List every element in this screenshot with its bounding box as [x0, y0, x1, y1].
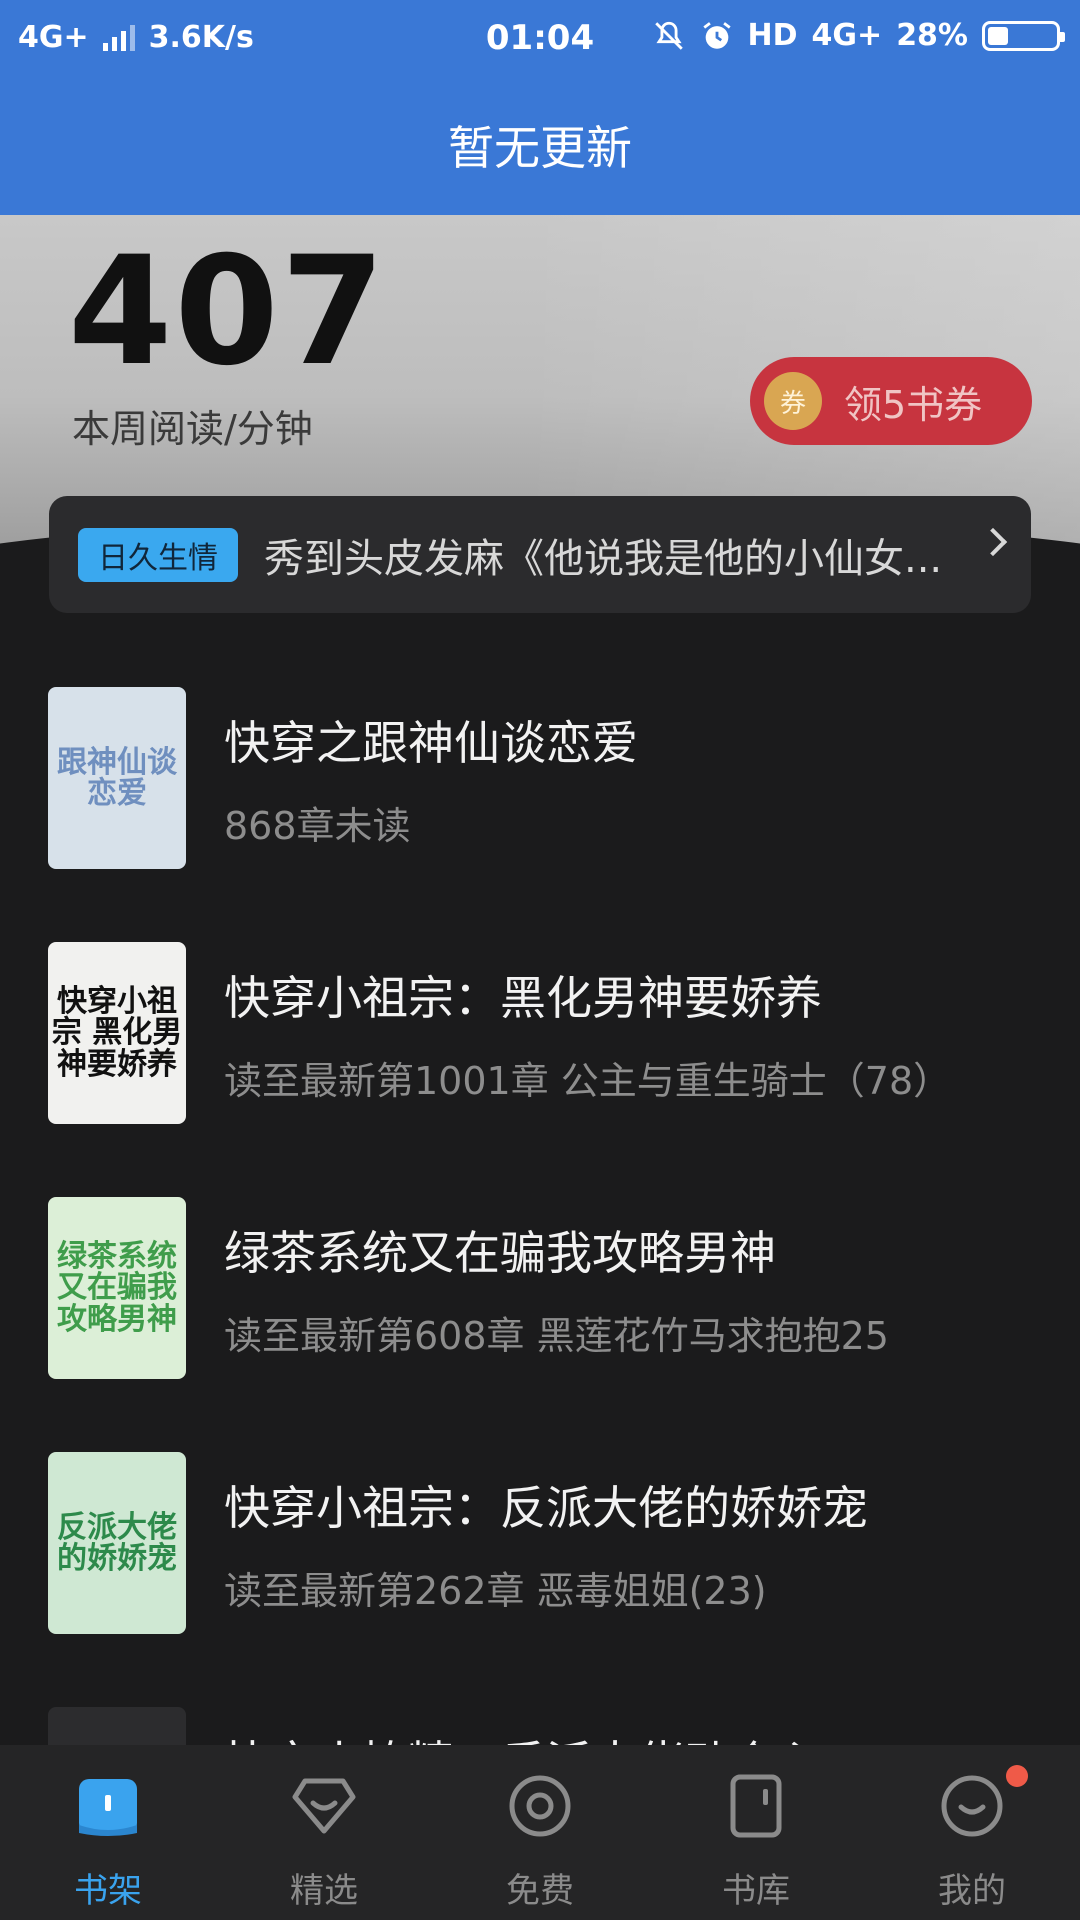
- nav-label: 书架: [74, 1871, 142, 1911]
- recommendation-tag: 日久生情: [78, 527, 238, 582]
- free-icon: [509, 1775, 571, 1837]
- book-title: 快穿之跟神仙谈恋爱: [224, 716, 638, 770]
- bottom-nav: 书架 精选 免费 书库 我的: [0, 1745, 1080, 1920]
- book-cover: 反派大佬的娇娇宠: [48, 1452, 186, 1634]
- book-title: 快穿小祖宗：反派大佬的娇娇宠: [224, 1481, 868, 1535]
- chevron-right-icon: [978, 527, 1008, 557]
- recommendation-text: 秀到头皮发麻《他说我是他的小仙女...: [264, 535, 943, 582]
- nav-free[interactable]: 免费: [432, 1745, 648, 1920]
- claim-coupon-button[interactable]: 券 领5书券: [750, 357, 1032, 445]
- book-cover: 绿茶系统又在骗我攻略男神: [48, 1197, 186, 1379]
- book-cover: 快穿小祖宗 黑化男神要娇养: [48, 942, 186, 1124]
- weekly-minutes-label: 本周阅读/分钟: [72, 407, 313, 451]
- hd-indicator: HD: [747, 18, 798, 53]
- book-cover: 跟神仙谈恋爱: [48, 687, 186, 869]
- alarm-icon: [702, 21, 731, 49]
- profile-icon: [941, 1775, 1003, 1837]
- book-item[interactable]: 反派大佬的娇娇宠 快穿小祖宗：反派大佬的娇娇宠 读至最新第262章 恶毒姐姐(2…: [0, 1452, 1080, 1652]
- library-icon: [730, 1774, 782, 1838]
- nav-library[interactable]: 书库: [648, 1745, 864, 1920]
- book-progress: 读至最新第262章 恶毒姐姐(23): [224, 1569, 767, 1613]
- nav-label: 我的: [938, 1871, 1006, 1911]
- recommendation-bar[interactable]: 日久生情 秀到头皮发麻《他说我是他的小仙女...: [49, 496, 1031, 613]
- nav-label: 精选: [290, 1871, 358, 1911]
- book-progress: 868章未读: [224, 804, 411, 848]
- top-header: 4G+ 3.6K/s 01:04 HD 4G+ 28% 暂无更新: [0, 0, 1080, 215]
- battery-icon: [982, 20, 1065, 51]
- battery-percent: 28%: [896, 18, 968, 53]
- book-item[interactable]: 跟神仙谈恋爱 快穿之跟神仙谈恋爱 868章未读: [0, 687, 1080, 887]
- book-title: 绿茶系统又在骗我攻略男神: [224, 1226, 776, 1280]
- nav-label: 免费: [506, 1871, 574, 1911]
- page-title: 暂无更新: [448, 121, 632, 175]
- featured-icon: [292, 1778, 356, 1834]
- book-progress: 读至最新第608章 黑莲花竹马求抱抱25: [224, 1314, 889, 1358]
- coupon-icon: 券: [764, 372, 822, 430]
- nav-bookshelf[interactable]: 书架: [0, 1745, 216, 1920]
- coupon-label: 领5书券: [844, 382, 983, 427]
- book-item[interactable]: 快穿小祖宗 黑化男神要娇养 快穿小祖宗：黑化男神要娇养 读至最新第1001章 公…: [0, 942, 1080, 1142]
- book-item[interactable]: 绿茶系统又在骗我攻略男神 绿茶系统又在骗我攻略男神 读至最新第608章 黑莲花竹…: [0, 1197, 1080, 1397]
- nav-profile[interactable]: 我的: [864, 1745, 1080, 1920]
- network-type-right: 4G+: [811, 18, 883, 53]
- mute-icon: [654, 21, 683, 50]
- book-title: 快穿小祖宗：黑化男神要娇养: [224, 971, 822, 1025]
- bookshelf-icon: [79, 1779, 137, 1836]
- status-bar: 4G+ 3.6K/s 01:04 HD 4G+ 28%: [0, 0, 1080, 78]
- nav-label: 书库: [722, 1871, 790, 1911]
- status-right: HD 4G+ 28%: [652, 18, 1065, 53]
- notification-dot: [1006, 1765, 1028, 1787]
- nav-featured[interactable]: 精选: [216, 1745, 432, 1920]
- weekly-minutes[interactable]: 407: [68, 225, 387, 399]
- book-progress: 读至最新第1001章 公主与重生骑士（78）: [224, 1059, 952, 1103]
